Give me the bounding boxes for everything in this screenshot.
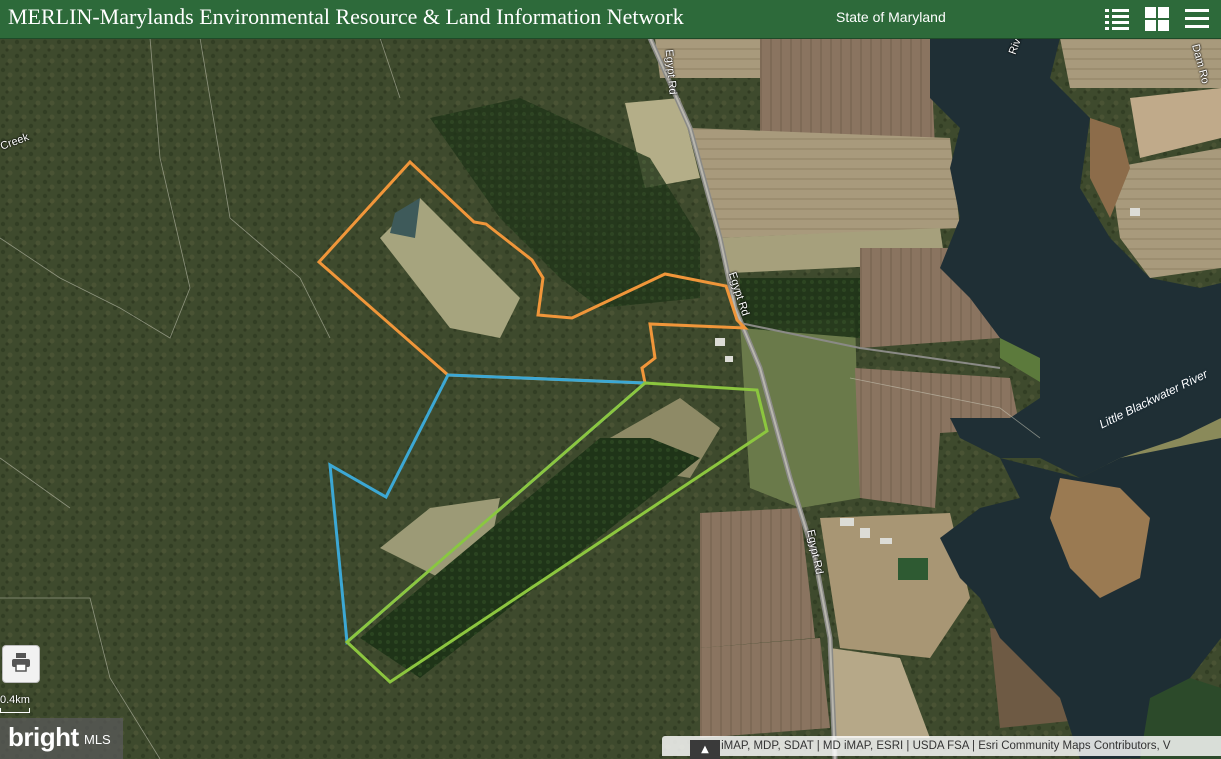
app-header: MERLIN-Marylands Environmental Resource … [0, 0, 1221, 39]
menu-icon[interactable] [1182, 4, 1212, 34]
mls-logo-text: MLS [84, 732, 111, 747]
print-button[interactable] [2, 645, 40, 683]
app-title: MERLIN-Marylands Environmental Resource … [8, 4, 684, 29]
satellite-imagery [0, 38, 1221, 759]
bright-mls-logo: bright MLS [0, 718, 123, 759]
map-attribution: MD iMAP, MDP, SDAT | MD iMAP, ESRI | USD… [662, 736, 1221, 756]
map-view[interactable]: Egypt Rd Egypt Rd Egypt Rd Creek Dam Ro … [0, 38, 1221, 759]
bright-logo-text: bright [8, 722, 79, 752]
scale-label: 0.4km [0, 694, 30, 706]
state-label[interactable]: State of Maryland [836, 9, 946, 25]
list-icon[interactable] [1102, 4, 1132, 34]
caret-up-icon[interactable]: ▲ [690, 740, 720, 759]
scale-bar [0, 708, 30, 713]
printer-icon [10, 651, 32, 678]
grid-icon[interactable] [1142, 4, 1172, 34]
